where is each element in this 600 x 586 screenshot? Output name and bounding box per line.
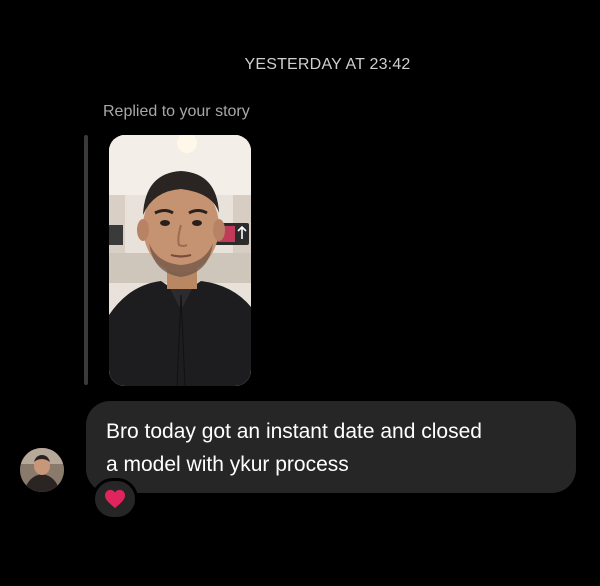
story-thumbnail[interactable] bbox=[109, 135, 251, 386]
heart-icon bbox=[105, 489, 125, 509]
message-bubble[interactable]: Bro today got an instant date and closed… bbox=[86, 401, 576, 493]
message-text-line-1: Bro today got an instant date and closed bbox=[106, 420, 482, 443]
message-timestamp: YESTERDAY AT 23:42 bbox=[244, 56, 411, 73]
reply-quote-bar bbox=[84, 135, 88, 385]
sender-avatar[interactable] bbox=[20, 448, 64, 492]
avatar-photo bbox=[20, 448, 64, 492]
message-text-line-2: a model with ykur process bbox=[106, 453, 349, 476]
story-photo bbox=[109, 135, 251, 386]
reply-context-label: Replied to your story bbox=[103, 103, 250, 120]
reaction-badge[interactable] bbox=[92, 478, 138, 520]
